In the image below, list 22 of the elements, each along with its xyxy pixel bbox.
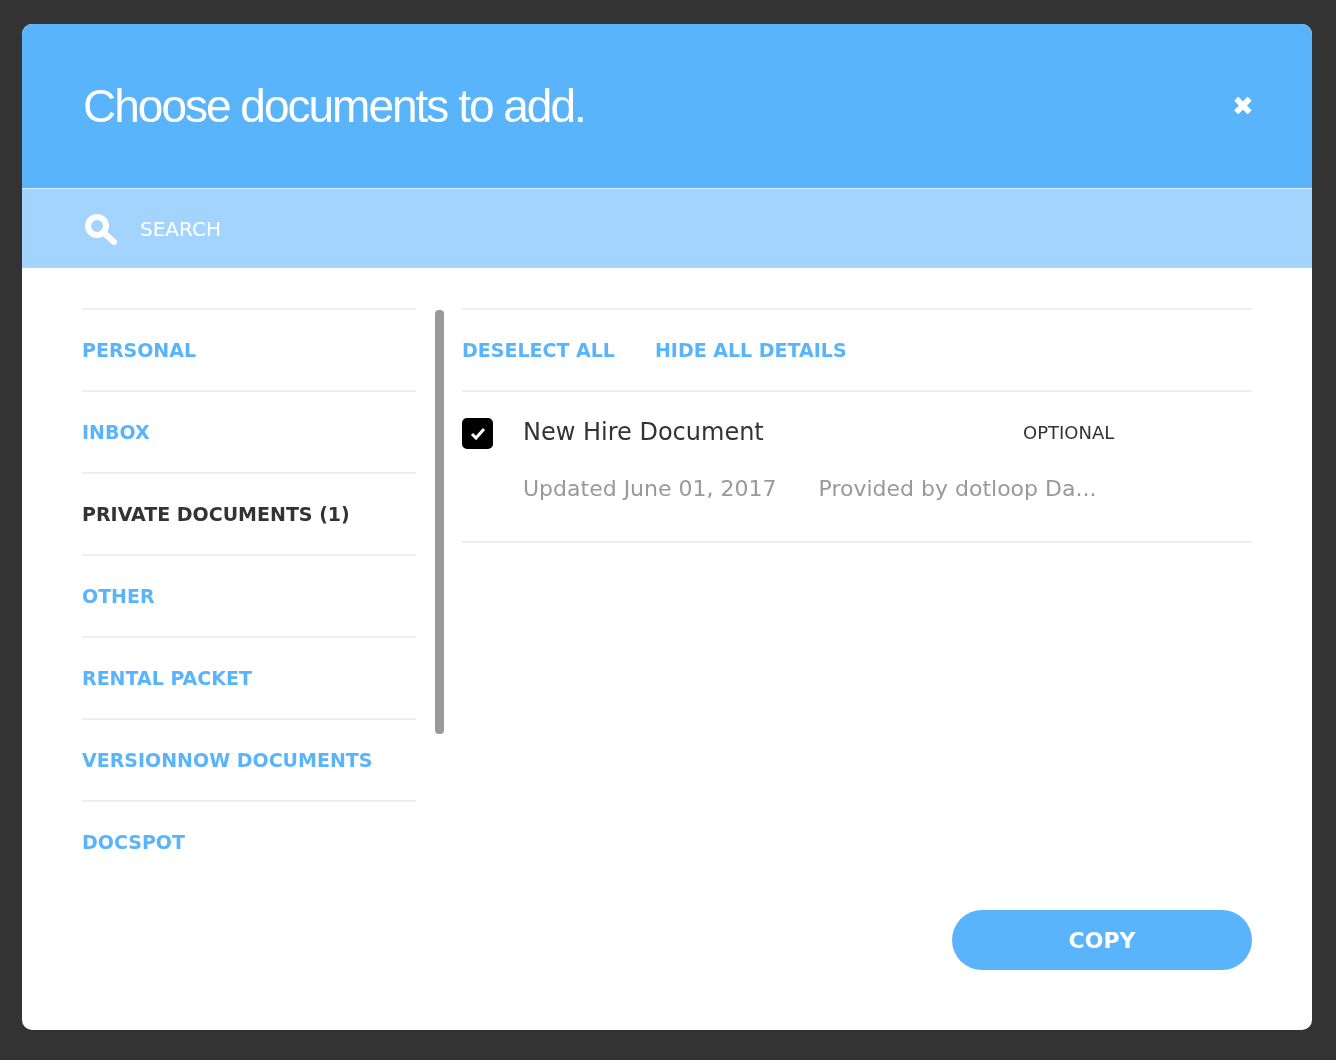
folder-item[interactable]: OTHER xyxy=(82,556,416,638)
folder-item[interactable]: PERSONAL xyxy=(82,310,416,392)
action-link[interactable]: HIDE ALL DETAILS xyxy=(654,339,847,361)
scrollbar-thumb[interactable] xyxy=(434,310,444,734)
search-field[interactable]: SEARCH xyxy=(22,189,1312,268)
copy-button[interactable]: COPY xyxy=(952,910,1252,970)
action-link[interactable]: DESELECT ALL xyxy=(462,339,615,361)
dialog-title: Choose documents to add. xyxy=(83,79,585,133)
document-date: Updated June 01, 2017 xyxy=(523,476,777,501)
search-icon xyxy=(84,212,118,245)
search-input[interactable]: SEARCH xyxy=(138,215,1252,242)
folder-item[interactable]: RENTAL PACKET xyxy=(82,638,416,720)
document-name: New Hire Document xyxy=(523,418,765,446)
folder-item[interactable]: PRIVATE DOCUMENTS (1) xyxy=(82,474,416,556)
checkmark-icon xyxy=(469,426,486,441)
folder-item[interactable]: DOCSPOT xyxy=(82,802,416,882)
document-provider: Provided by dotloop Da... xyxy=(818,476,1097,501)
folder-item[interactable]: VERSIONNOW DOCUMENTS xyxy=(82,720,416,802)
close-button[interactable]: ✖ xyxy=(1232,90,1254,122)
folder-item[interactable]: INBOX xyxy=(82,392,416,474)
document-tag: OPTIONAL xyxy=(1023,421,1115,443)
document-checkbox[interactable] xyxy=(462,418,493,449)
